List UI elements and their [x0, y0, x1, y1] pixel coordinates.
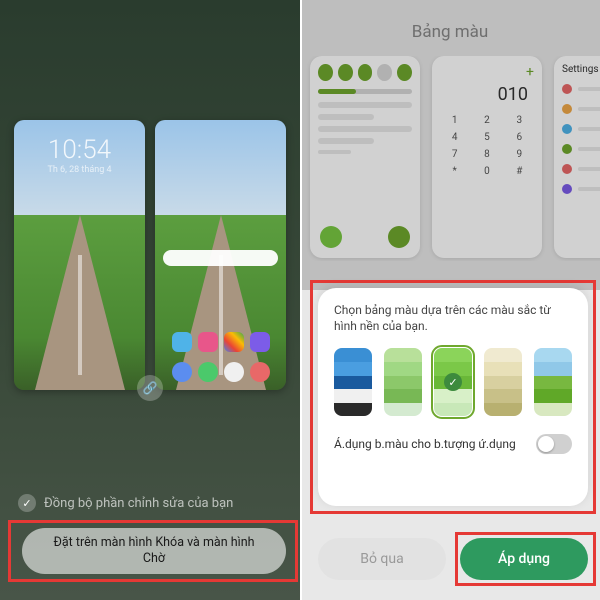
palette-swatch-2[interactable]: ✓	[434, 348, 472, 416]
clock-text: 10:54	[14, 135, 145, 165]
link-icon[interactable]: 🔗	[137, 375, 163, 401]
set-wallpaper-button[interactable]: Đặt trên màn hình Khóa và màn hình Chờ	[22, 528, 286, 574]
sync-label: Đồng bộ phần chỉnh sửa của bạn	[44, 496, 233, 511]
palette-pane: Bảng màu + 010 123456789*0# Settings	[300, 0, 600, 600]
lockscreen-preview[interactable]: 10:54 Th 6, 28 tháng 4	[14, 120, 145, 390]
check-icon: ✓	[18, 494, 36, 512]
check-icon: ✓	[444, 373, 462, 391]
highlight-box	[455, 532, 596, 586]
palette-swatch-3[interactable]	[484, 348, 522, 416]
apply-icons-label: Á.dụng b.màu cho b.tượng ứ.dụng	[334, 437, 516, 451]
search-bar-preview	[163, 250, 278, 266]
dim-overlay	[300, 0, 600, 290]
skip-button[interactable]: Bỏ qua	[318, 538, 446, 580]
palette-description: Chọn bảng màu dựa trên các màu sắc từ hì…	[334, 302, 572, 334]
homescreen-preview[interactable]	[155, 120, 286, 390]
palette-swatch-1[interactable]	[384, 348, 422, 416]
palette-swatch-row: ✓	[334, 348, 572, 416]
date-text: Th 6, 28 tháng 4	[14, 165, 145, 175]
sync-edits-row[interactable]: ✓ Đồng bộ phần chỉnh sửa của bạn	[18, 494, 282, 512]
palette-sheet: Chọn bảng màu dựa trên các màu sắc từ hì…	[318, 288, 588, 506]
palette-swatch-4[interactable]	[534, 348, 572, 416]
apply-icons-toggle[interactable]	[536, 434, 572, 454]
palette-swatch-0[interactable]	[334, 348, 372, 416]
wallpaper-pane: 10:54 Th 6, 28 tháng 4 🔗 ✓ Đồng bộ phần …	[0, 0, 300, 600]
